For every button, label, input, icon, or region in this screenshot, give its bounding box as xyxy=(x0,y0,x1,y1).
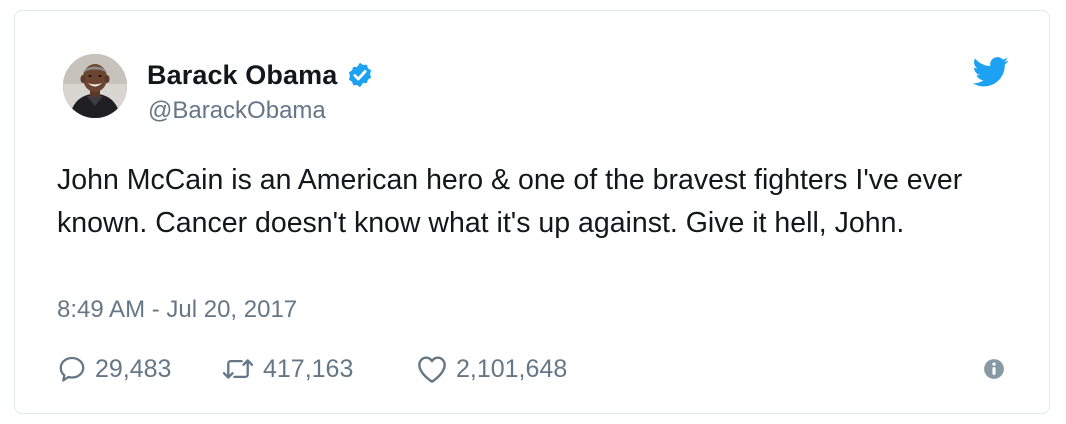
avatar[interactable] xyxy=(63,54,127,118)
display-name[interactable]: Barack Obama xyxy=(147,60,337,91)
heart-icon xyxy=(416,354,448,384)
info-icon[interactable] xyxy=(983,358,1005,380)
tweet-text: John McCain is an American hero & one of… xyxy=(57,164,963,239)
reply-button[interactable]: 29,483 xyxy=(57,354,221,384)
verified-badge-icon xyxy=(346,61,374,89)
reply-count: 29,483 xyxy=(95,354,172,383)
display-name-row: Barack Obama xyxy=(147,57,374,93)
like-count: 2,101,648 xyxy=(456,354,568,383)
retweet-count: 417,163 xyxy=(263,354,354,383)
retweet-button[interactable]: 417,163 xyxy=(221,354,416,384)
retweet-arrows-icon xyxy=(221,354,255,384)
tweet-card[interactable]: Barack Obama @BarackObama John McCain is… xyxy=(14,10,1050,414)
like-button[interactable]: 2,101,648 xyxy=(416,354,616,384)
speech-bubble-icon xyxy=(57,354,87,384)
tweet-timestamp[interactable]: 8:49 AM - Jul 20, 2017 xyxy=(57,296,297,324)
tweet-actions: 29,483 417,163 2,101,648 xyxy=(57,353,616,385)
twitter-bird-icon[interactable] xyxy=(972,57,1009,87)
user-handle[interactable]: @BarackObama xyxy=(148,97,326,125)
